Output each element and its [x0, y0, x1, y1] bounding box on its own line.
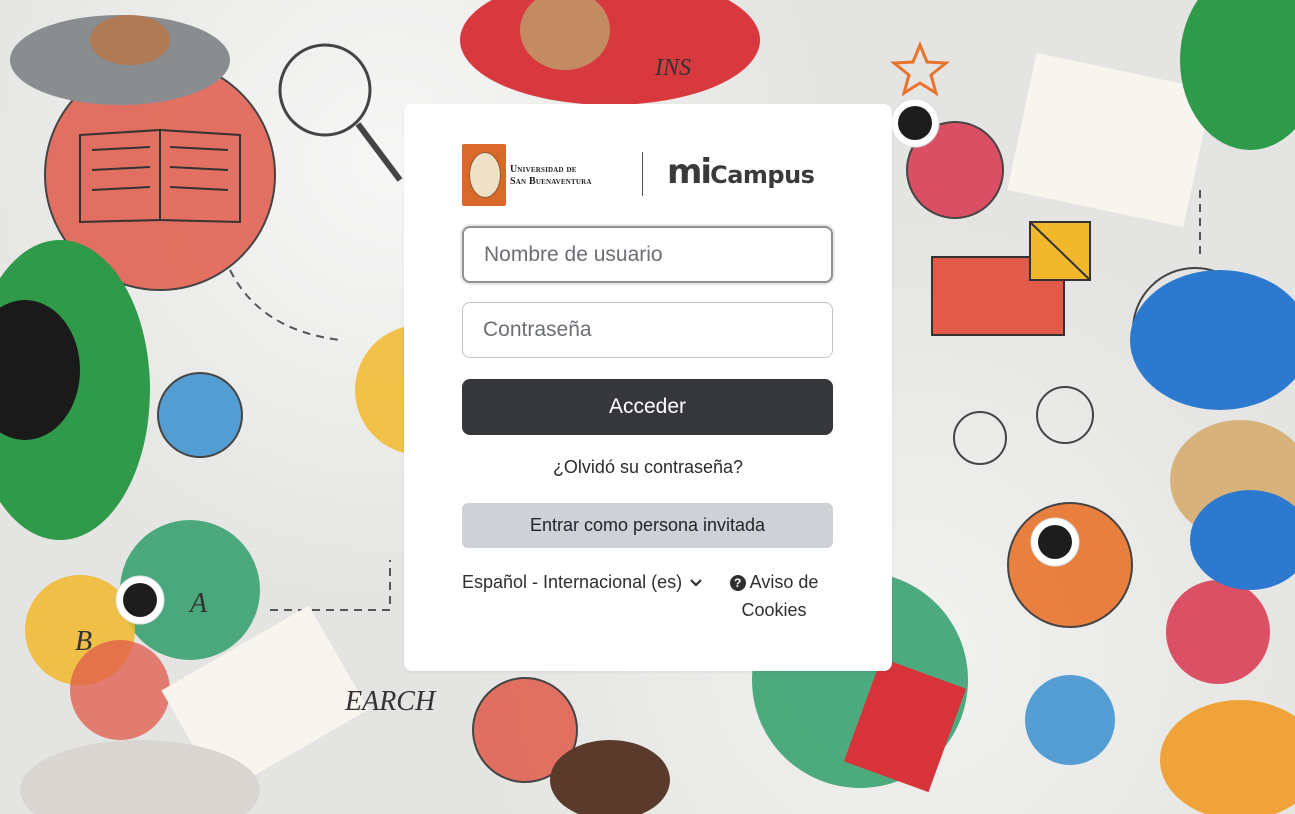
chevron-down-icon: [690, 575, 702, 590]
micampus-logo-mi: mi: [667, 152, 712, 192]
micampus-logo: miCampus: [667, 152, 815, 196]
university-name: Universidad de San Buenaventura: [510, 164, 592, 187]
login-button[interactable]: Acceder: [462, 379, 833, 435]
logo-row: Universidad de San Buenaventura miCampus: [462, 144, 842, 208]
password-input[interactable]: [462, 302, 833, 358]
cookies-label-line2: Cookies: [741, 600, 807, 620]
svg-text:INS: INS: [654, 55, 691, 81]
guest-login-button[interactable]: Entrar como persona invitada: [462, 503, 833, 548]
language-label: Español - Internacional (es): [462, 571, 683, 592]
svg-text:A: A: [188, 588, 208, 619]
logo-divider: [642, 152, 643, 196]
forgot-password-link[interactable]: ¿Olvidó su contraseña?: [404, 457, 892, 478]
university-seal-logo: [462, 144, 506, 206]
login-card: Universidad de San Buenaventura miCampus…: [404, 104, 892, 671]
svg-text:B: B: [75, 626, 92, 657]
svg-text:EARCH: EARCH: [344, 686, 437, 717]
cookies-notice-link[interactable]: ? Aviso de Cookies: [724, 568, 824, 624]
question-circle-icon: ?: [729, 575, 746, 591]
language-selector[interactable]: Español - Internacional (es): [462, 568, 717, 596]
username-input[interactable]: [462, 226, 833, 283]
micampus-logo-campus: Campus: [710, 161, 815, 189]
cookies-label-line1: Aviso de: [749, 572, 819, 592]
